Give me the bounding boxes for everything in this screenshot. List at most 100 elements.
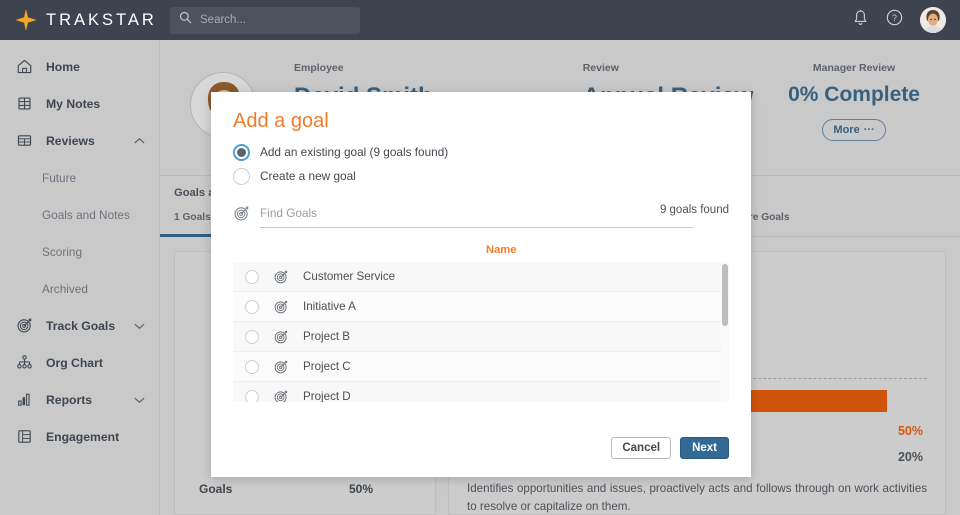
progress-secondary-percent: 20% — [898, 450, 923, 464]
sidebar-item-org-chart[interactable]: Org Chart — [0, 344, 159, 381]
sidebar-item-label: Track Goals — [46, 319, 115, 333]
sidebar-item-track-goals[interactable]: Track Goals — [0, 307, 159, 344]
chevron-down-icon[interactable] — [134, 391, 145, 409]
sidebar-item-future[interactable]: Future — [0, 159, 159, 196]
sparkle-star-icon — [14, 8, 38, 32]
brand-name: TRAKSTAR — [46, 11, 157, 30]
notes-icon — [15, 95, 33, 113]
goal-list-scrollbar-thumb[interactable] — [722, 264, 728, 326]
radio-label: Add an existing goal (9 goals found) — [260, 145, 448, 159]
progress-primary-percent: 50% — [898, 424, 923, 438]
sidebar-item-my-notes[interactable]: My Notes — [0, 85, 159, 122]
target-icon — [273, 299, 289, 315]
more-button-label: More — [833, 124, 859, 136]
goal-name: Initiative A — [303, 300, 356, 313]
goal-name: Project C — [303, 360, 351, 373]
list-item[interactable]: Project D — [233, 382, 729, 402]
target-icon — [273, 269, 289, 285]
list-item[interactable]: Initiative A — [233, 292, 729, 322]
sidebar-item-label: Engagement — [46, 430, 119, 444]
sidebar: Home My Notes — [0, 40, 160, 515]
target-icon — [233, 205, 250, 227]
goal-select-radio[interactable] — [245, 330, 259, 344]
more-button[interactable]: More ··· — [822, 119, 886, 141]
sidebar-subitem-label: Scoring — [42, 245, 82, 259]
sidebar-item-reports[interactable]: Reports — [0, 381, 159, 418]
sidebar-item-label: Org Chart — [46, 356, 103, 370]
org-chart-icon — [15, 354, 33, 372]
sidebar-subitem-label: Archived — [42, 282, 88, 296]
search-icon — [179, 11, 192, 29]
modal-footer: Cancel Next — [611, 437, 729, 459]
svg-text:?: ? — [892, 13, 897, 23]
sidebar-item-home[interactable]: Home — [0, 48, 159, 85]
ellipsis-icon: ··· — [864, 124, 875, 136]
goal-mode-radio-group: Add an existing goal (9 goals found) Cre… — [233, 140, 448, 188]
brand-logo[interactable]: TRAKSTAR — [0, 0, 160, 40]
sidebar-item-label: My Notes — [46, 97, 100, 111]
goal-name: Project B — [303, 330, 350, 343]
employee-label: Employee — [294, 62, 433, 74]
radio-option-new-goal[interactable]: Create a new goal — [233, 164, 448, 188]
goal-select-radio[interactable] — [245, 360, 259, 374]
goal-name: Customer Service — [303, 270, 395, 283]
search-input[interactable]: Search... — [170, 7, 360, 34]
find-goals-row: Find Goals — [233, 204, 693, 228]
engagement-grid-icon — [15, 428, 33, 446]
goal-select-radio[interactable] — [245, 270, 259, 284]
user-avatar[interactable] — [920, 7, 946, 33]
radio-button-selected[interactable] — [233, 144, 250, 161]
sidebar-item-reviews[interactable]: Reviews — [0, 122, 159, 159]
home-icon — [15, 58, 33, 76]
sidebar-item-scoring[interactable]: Scoring — [0, 233, 159, 270]
top-bar: TRAKSTAR Search... — [0, 0, 960, 40]
goal-name: Project D — [303, 390, 351, 402]
help-circle-icon[interactable]: ? — [886, 9, 903, 31]
reviews-icon — [15, 132, 33, 150]
search-placeholder: Search... — [200, 14, 246, 26]
sidebar-item-label: Reports — [46, 393, 92, 407]
manager-review-label: Manager Review — [788, 62, 920, 74]
bar-chart-icon — [15, 391, 33, 409]
sidebar-item-label: Home — [46, 60, 80, 74]
sidebar-item-archived[interactable]: Archived — [0, 270, 159, 307]
list-item[interactable]: Project C — [233, 352, 729, 382]
chevron-down-icon[interactable] — [134, 317, 145, 335]
goal-list[interactable]: Customer Service Initiative A — [233, 262, 729, 402]
competency-description: Identifies opportunities and issues, pro… — [467, 480, 927, 515]
goal-select-radio[interactable] — [245, 390, 259, 403]
radio-label: Create a new goal — [260, 169, 356, 183]
review-label: Review — [583, 62, 754, 74]
modal-title: Add a goal — [233, 110, 329, 133]
list-item[interactable]: Customer Service — [233, 262, 729, 292]
find-goals-placeholder: Find Goals — [260, 206, 317, 220]
manager-review-progress: 0% Complete — [788, 83, 920, 107]
goals-found-count: 9 goals found — [660, 204, 729, 216]
sidebar-item-engagement[interactable]: Engagement — [0, 418, 159, 455]
app-root: TRAKSTAR Search... — [0, 0, 960, 515]
target-icon — [273, 329, 289, 345]
chevron-up-icon[interactable] — [134, 132, 145, 150]
manager-review-block: Manager Review 0% Complete More ··· — [788, 62, 920, 141]
goal-select-radio[interactable] — [245, 300, 259, 314]
goals-value: 50% — [349, 482, 415, 496]
add-goal-modal: Add a goal Add an existing goal (9 goals… — [211, 92, 751, 477]
top-bar-actions: ? — [852, 7, 960, 33]
next-button[interactable]: Next — [680, 437, 729, 459]
find-goals-input[interactable]: Find Goals — [260, 204, 693, 228]
cancel-button[interactable]: Cancel — [611, 437, 671, 459]
target-icon — [273, 359, 289, 375]
goals-summary-row: Goals 50% — [175, 482, 435, 496]
sidebar-item-label: Reviews — [46, 134, 95, 148]
list-item[interactable]: Project B — [233, 322, 729, 352]
sidebar-item-goals-and-notes[interactable]: Goals and Notes — [0, 196, 159, 233]
goal-list-scrollbar[interactable] — [721, 262, 729, 402]
radio-option-existing-goal[interactable]: Add an existing goal (9 goals found) — [233, 140, 448, 164]
target-icon — [273, 389, 289, 403]
sidebar-subitem-label: Goals and Notes — [42, 208, 130, 222]
column-header-name: Name — [486, 244, 516, 256]
goals-label: Goals — [199, 482, 232, 496]
target-icon — [15, 317, 33, 335]
notifications-bell-icon[interactable] — [852, 9, 869, 32]
radio-button[interactable] — [233, 168, 250, 185]
